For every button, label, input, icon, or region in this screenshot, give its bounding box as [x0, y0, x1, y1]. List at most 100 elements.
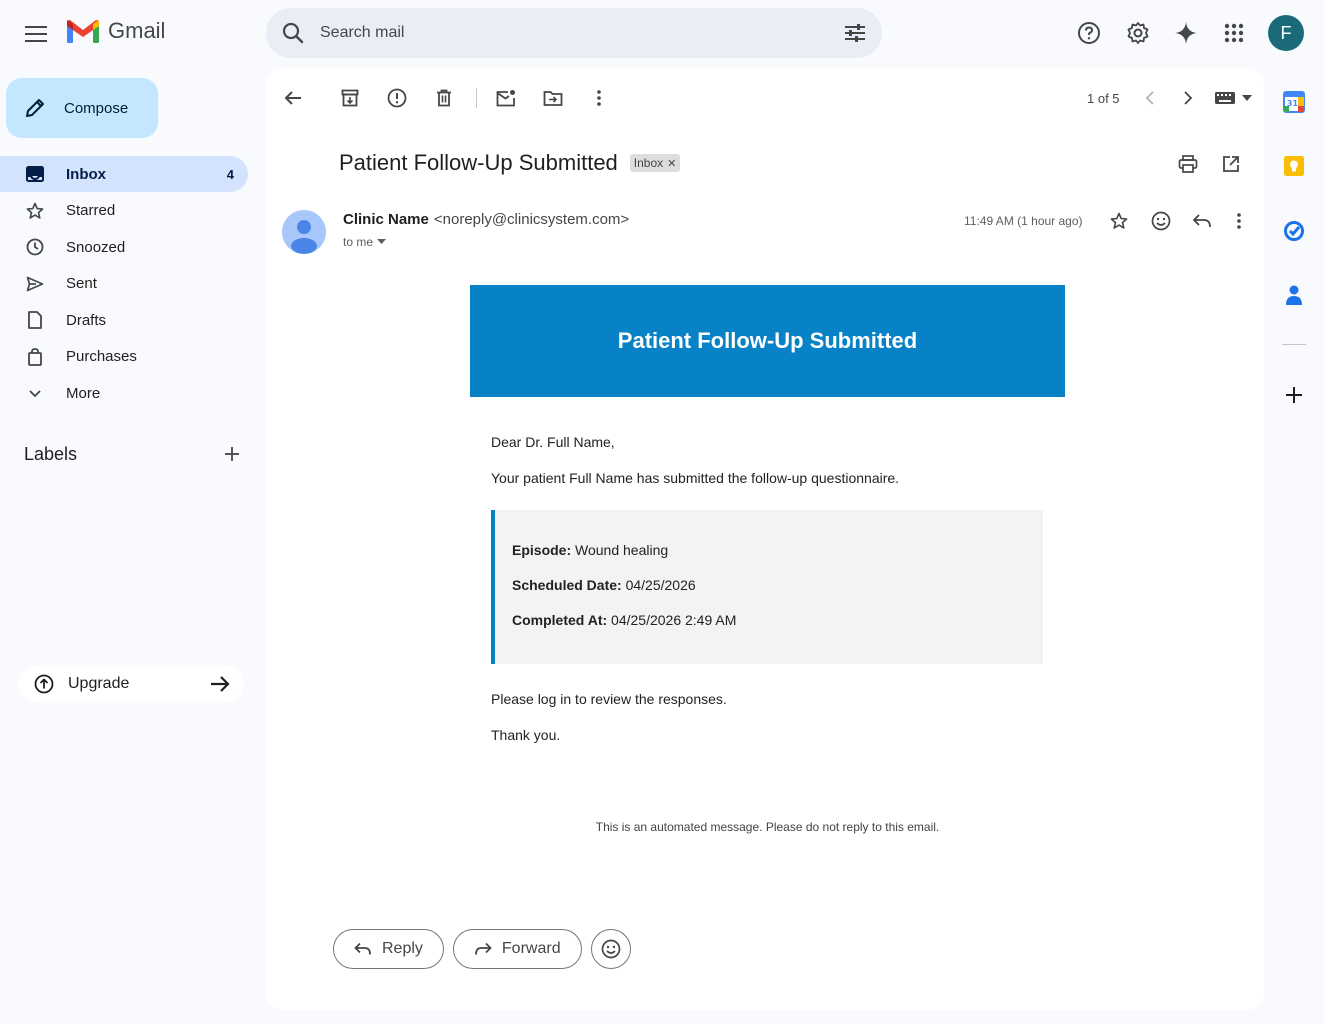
- newer-button[interactable]: [1134, 82, 1166, 114]
- back-button[interactable]: [277, 82, 309, 114]
- chevron-left-icon: [1145, 91, 1154, 105]
- sidebar-item-starred[interactable]: Starred: [0, 193, 248, 229]
- trash-icon: [437, 89, 451, 107]
- forward-action-button[interactable]: Forward: [452, 929, 582, 969]
- recipient-details-toggle[interactable]: to me: [343, 235, 387, 249]
- detail-value: 04/25/2026 2:49 AM: [611, 612, 737, 628]
- open-in-new-icon: [1223, 156, 1239, 172]
- input-tools-button[interactable]: [1214, 88, 1258, 108]
- clock-icon: [24, 236, 46, 258]
- more-options-button[interactable]: [583, 82, 615, 114]
- sender-avatar[interactable]: [282, 210, 326, 254]
- mark-unread-button[interactable]: [490, 82, 522, 114]
- recipient-text: to me: [343, 235, 374, 249]
- add-reaction-button[interactable]: [1145, 205, 1177, 237]
- caret-down-icon: [377, 239, 387, 244]
- tasks-app-button[interactable]: [1278, 215, 1310, 247]
- sender-name[interactable]: Clinic Name: [343, 211, 429, 228]
- upgrade-button[interactable]: Upgrade: [18, 665, 244, 703]
- chevron-down-icon: [24, 383, 46, 405]
- gemini-button[interactable]: [1166, 13, 1206, 53]
- detail-label: Episode:: [512, 542, 572, 558]
- detail-value: Wound healing: [575, 542, 669, 558]
- emoji-reaction-button[interactable]: [590, 929, 631, 969]
- contacts-icon: [1286, 285, 1302, 305]
- sidebar-item-label: Starred: [66, 202, 116, 220]
- tasks-icon: [1284, 221, 1304, 241]
- sender-info: Clinic Name <noreply@clinicsystem.com>: [343, 211, 629, 228]
- remove-label-icon[interactable]: ✕: [667, 157, 676, 170]
- upgrade-arrow-circle-icon: [34, 674, 54, 694]
- inbox-icon: [24, 163, 46, 185]
- email-banner: Patient Follow-Up Submitted: [470, 285, 1065, 397]
- closing-text: Thank you.: [491, 727, 561, 743]
- sidebar-item-label: More: [66, 385, 101, 403]
- search-bar[interactable]: Search mail: [266, 8, 882, 58]
- pencil-icon: [26, 99, 44, 117]
- settings-button[interactable]: [1118, 13, 1158, 53]
- send-icon: [24, 273, 46, 295]
- chevron-right-icon: [1184, 91, 1193, 105]
- calendar-app-button[interactable]: 31: [1278, 86, 1310, 118]
- main-menu-button[interactable]: [20, 18, 52, 50]
- message-timestamp: 11:49 AM (1 hour ago): [964, 214, 1083, 228]
- keyboard-icon: [1215, 92, 1235, 104]
- sidebar-item-label: Snoozed: [66, 238, 126, 256]
- sidebar-item-snoozed[interactable]: Snoozed: [0, 229, 248, 265]
- older-button[interactable]: [1172, 82, 1204, 114]
- search-options-icon[interactable]: [844, 23, 866, 43]
- svg-text:31: 31: [1287, 99, 1299, 108]
- sidebar-item-sent[interactable]: Sent: [0, 266, 248, 302]
- forward-icon: [475, 942, 492, 955]
- gear-icon: [1127, 22, 1149, 44]
- pager-text: 1 of 5: [1087, 91, 1120, 106]
- star-icon: [1110, 212, 1128, 229]
- archive-button[interactable]: [334, 82, 366, 114]
- reply-actions: Reply Forward: [333, 929, 631, 969]
- inbox-label-chip[interactable]: Inbox ✕: [629, 154, 681, 172]
- person-icon: [291, 220, 317, 254]
- automated-footer: This is an automated message. Please do …: [595, 820, 940, 834]
- upgrade-label: Upgrade: [68, 675, 130, 692]
- star-button[interactable]: [1103, 205, 1135, 237]
- sidebar-item-inbox[interactable]: Inbox 4: [0, 156, 248, 192]
- app-name: Gmail: [108, 18, 166, 43]
- detail-row-completed-at: Completed At: 04/25/2026 2:49 AM: [512, 612, 1043, 629]
- search-input[interactable]: Search mail: [320, 24, 844, 42]
- reply-action-button[interactable]: Reply: [333, 929, 444, 969]
- message-more-button[interactable]: [1223, 205, 1255, 237]
- move-to-button[interactable]: [537, 82, 569, 114]
- sidebar-item-more[interactable]: More: [0, 376, 248, 412]
- compose-button[interactable]: Compose: [6, 78, 158, 138]
- apps-button[interactable]: [1214, 13, 1254, 53]
- plus-icon: [1286, 387, 1302, 403]
- apps-grid-icon: [1224, 23, 1244, 43]
- sidebar-item-drafts[interactable]: Drafts: [0, 302, 248, 338]
- create-label-button[interactable]: [218, 440, 246, 468]
- detail-label: Completed At:: [512, 612, 608, 628]
- mark-unread-icon: [496, 90, 515, 107]
- sidebar-item-purchases[interactable]: Purchases: [0, 339, 248, 375]
- labels-header: Labels: [24, 440, 246, 468]
- gmail-logo[interactable]: Gmail: [66, 18, 165, 44]
- account-avatar[interactable]: F: [1268, 15, 1304, 51]
- open-new-window-button[interactable]: [1215, 148, 1247, 180]
- message-subject: Patient Follow-Up Submitted: [339, 150, 618, 175]
- support-button[interactable]: [1069, 13, 1109, 53]
- hamburger-icon: [25, 26, 47, 42]
- search-icon[interactable]: [282, 22, 304, 44]
- print-all-button[interactable]: [1172, 148, 1204, 180]
- get-addons-button[interactable]: [1278, 379, 1310, 411]
- delete-button[interactable]: [428, 82, 460, 114]
- detail-row-scheduled-date: Scheduled Date: 04/25/2026: [512, 577, 1043, 594]
- contacts-app-button[interactable]: [1278, 279, 1310, 311]
- calendar-icon: 31: [1283, 91, 1305, 113]
- gmail-m-icon: [67, 20, 99, 43]
- reply-label: Reply: [382, 940, 423, 957]
- sender-email: <noreply@clinicsystem.com>: [433, 211, 630, 228]
- subject-row: Patient Follow-Up Submitted Inbox ✕: [339, 150, 681, 176]
- report-spam-button[interactable]: [381, 82, 413, 114]
- emoji-icon: [1151, 211, 1171, 231]
- reply-button[interactable]: [1186, 205, 1218, 237]
- keep-app-button[interactable]: [1278, 150, 1310, 182]
